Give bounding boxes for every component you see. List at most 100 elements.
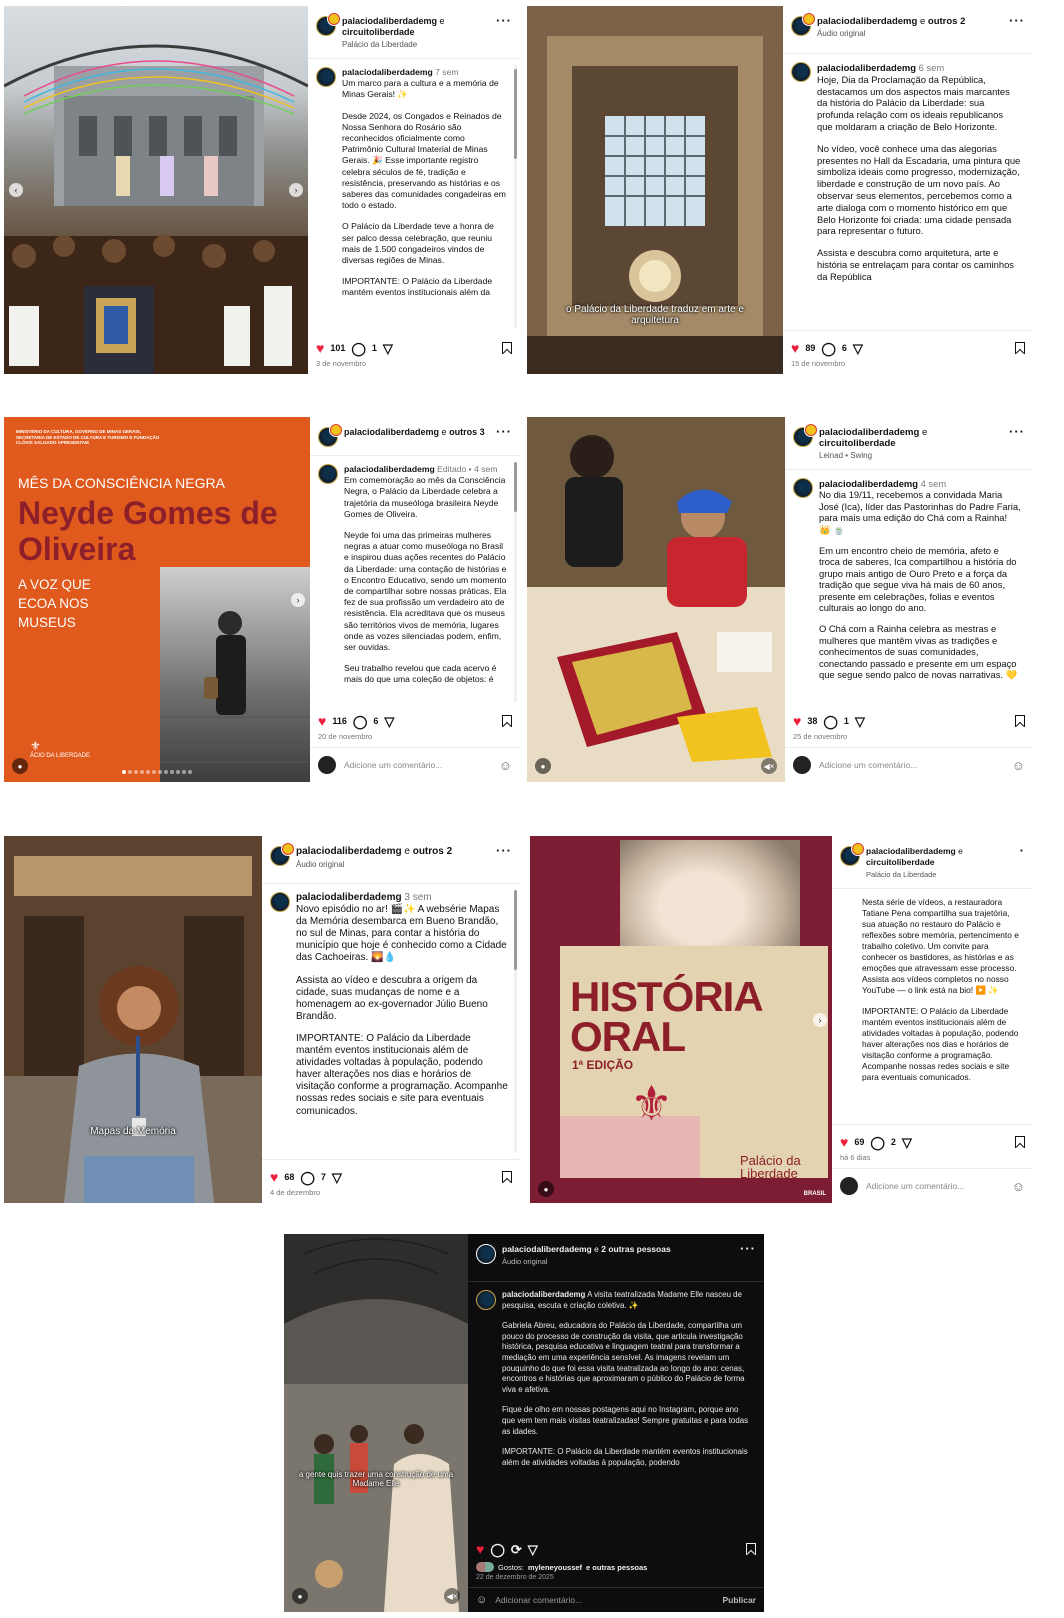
heart-icon[interactable]: ♥ — [793, 714, 801, 728]
author-link[interactable]: palaciodaliberdademg — [296, 846, 402, 857]
scrollbar[interactable] — [514, 890, 517, 1153]
share-icon[interactable]: ▽ — [853, 342, 863, 355]
bookmark-icon[interactable] — [1015, 715, 1025, 727]
bookmark-icon[interactable] — [746, 1543, 756, 1555]
caption-username[interactable]: palaciodaliberdademg — [296, 892, 402, 903]
tagged-user-icon[interactable]: ● — [538, 1181, 554, 1197]
heart-icon[interactable]: ♥ — [791, 341, 799, 355]
bookmark-icon[interactable] — [502, 342, 512, 354]
share-icon[interactable]: ▽ — [902, 1136, 912, 1149]
comment-icon[interactable]: ◯ — [821, 342, 836, 355]
more-options-icon[interactable]: ··· — [740, 1242, 756, 1255]
comment-icon[interactable]: ◯ — [300, 1171, 315, 1184]
emoji-icon[interactable]: ☺ — [499, 758, 512, 773]
profile-avatar[interactable] — [318, 423, 343, 447]
more-options-icon[interactable]: ··· — [496, 425, 512, 438]
caption-avatar[interactable] — [476, 1290, 496, 1310]
author-link[interactable]: palaciodaliberdademg — [502, 1244, 592, 1254]
comment-icon[interactable]: ◯ — [490, 1543, 505, 1556]
caption-avatar[interactable] — [316, 67, 336, 87]
post-image[interactable]: ‹ › — [4, 6, 308, 374]
caption-avatar[interactable] — [318, 464, 338, 484]
emoji-icon[interactable]: ☺ — [476, 1594, 487, 1606]
author-link[interactable]: palaciodaliberdademg — [344, 427, 439, 437]
profile-avatar[interactable] — [476, 1244, 496, 1264]
profile-avatar[interactable] — [791, 12, 816, 36]
mute-icon[interactable]: ◀× — [444, 1588, 460, 1604]
comment-icon[interactable]: ◯ — [353, 715, 368, 728]
comment-icon[interactable]: ◯ — [823, 715, 838, 728]
tagged-user-icon[interactable]: ● — [292, 1588, 308, 1604]
audio-label[interactable]: Áudio original — [817, 28, 1003, 39]
profile-avatar[interactable] — [793, 423, 818, 447]
share-icon[interactable]: ▽ — [383, 342, 393, 355]
more-options-icon[interactable]: ··· — [496, 844, 512, 857]
post-carousel[interactable]: HISTÓRIA ORAL 1ª EDIÇÃO ⚜ Palácio da Lib… — [530, 836, 832, 1203]
post-video[interactable]: ● ◀× — [527, 417, 785, 782]
bookmark-icon[interactable] — [1015, 342, 1025, 354]
caption-avatar[interactable] — [793, 478, 813, 498]
post-location[interactable]: Palácio da Liberdade — [342, 39, 490, 50]
heart-icon[interactable]: ♥ — [270, 1170, 278, 1184]
comment-icon[interactable]: ◯ — [870, 1136, 885, 1149]
audio-label[interactable]: Áudio original — [502, 1256, 734, 1267]
author-link[interactable]: palaciodaliberdademg — [819, 427, 919, 438]
repost-icon[interactable]: ⟳ — [511, 1543, 522, 1556]
post-location[interactable]: Palácio da Liberdade — [866, 869, 1014, 880]
caption-avatar[interactable] — [791, 62, 811, 82]
author-link[interactable]: palaciodaliberdademg — [342, 16, 437, 26]
profile-avatar[interactable] — [316, 12, 341, 36]
share-icon[interactable]: ▽ — [332, 1171, 342, 1184]
post-video[interactable]: a gente quis trazer uma construção de um… — [284, 1234, 468, 1612]
coauthor-link[interactable]: 2 outras pessoas — [601, 1244, 670, 1254]
more-options-icon[interactable]: · — [1020, 844, 1025, 857]
comment-input[interactable]: Adicionar comentário... — [495, 1595, 582, 1605]
liker-username[interactable]: myleneyoussef — [528, 1563, 582, 1572]
prev-arrow-icon[interactable]: ‹ — [9, 183, 23, 197]
post-carousel[interactable]: MINISTÉRIO DA CULTURA, GOVERNO DE MINAS … — [4, 417, 310, 782]
next-arrow-icon[interactable]: › — [813, 1012, 827, 1027]
coauthor-link[interactable]: outros 2 — [413, 846, 452, 857]
author-link[interactable]: palaciodaliberdademg — [866, 846, 956, 856]
caption-avatar[interactable] — [270, 892, 290, 912]
tagged-user-icon[interactable]: ● — [12, 758, 28, 774]
share-icon[interactable]: ▽ — [528, 1543, 538, 1556]
more-options-icon[interactable]: ··· — [1009, 425, 1025, 438]
bookmark-icon[interactable] — [502, 715, 512, 727]
next-arrow-icon[interactable]: › — [291, 592, 305, 607]
comment-icon[interactable]: ◯ — [351, 342, 366, 355]
coauthor-link[interactable]: outros 3 — [449, 427, 485, 437]
coauthor-link[interactable]: outros 2 — [928, 16, 965, 27]
comment-input[interactable]: Adicione um comentário... — [344, 760, 442, 770]
publish-button[interactable]: Publicar — [722, 1595, 756, 1605]
caption-username[interactable]: palaciodaliberdademg — [344, 464, 435, 474]
comment-input[interactable]: Adicione um comentário... — [866, 1181, 964, 1191]
heart-icon[interactable]: ♥ — [316, 341, 324, 355]
scrollbar[interactable] — [514, 65, 517, 329]
caption-username[interactable]: palaciodaliberdademg — [817, 62, 916, 73]
mute-icon[interactable]: ◀× — [761, 758, 777, 774]
author-link[interactable]: palaciodaliberdademg — [817, 16, 917, 27]
caption-username[interactable]: palaciodaliberdademg — [502, 1290, 585, 1299]
profile-avatar[interactable] — [270, 842, 295, 866]
caption-username[interactable]: palaciodaliberdademg — [819, 478, 918, 489]
next-arrow-icon[interactable]: › — [289, 183, 303, 197]
coauthor-link[interactable]: circuitoliberdade — [819, 438, 896, 449]
share-icon[interactable]: ▽ — [855, 715, 865, 728]
tagged-user-icon[interactable]: ● — [535, 758, 551, 774]
coauthor-link[interactable]: circuitoliberdade — [342, 27, 415, 37]
post-video[interactable]: Mapas da Memória — [4, 836, 262, 1203]
audio-label[interactable]: Leinad • Swing — [819, 450, 1003, 461]
audio-label[interactable]: Áudio original — [296, 859, 490, 871]
comment-input[interactable]: Adicione um comentário... — [819, 760, 917, 770]
heart-icon[interactable]: ♥ — [476, 1542, 484, 1556]
bookmark-icon[interactable] — [1015, 1136, 1025, 1148]
coauthor-link[interactable]: circuitoliberdade — [866, 857, 935, 867]
post-video[interactable]: o Palácio da Liberdade traduz em arte e … — [527, 6, 783, 374]
bookmark-icon[interactable] — [502, 1171, 512, 1183]
heart-icon[interactable]: ♥ — [318, 714, 326, 728]
share-icon[interactable]: ▽ — [384, 715, 394, 728]
caption-username[interactable]: palaciodaliberdademg — [342, 67, 433, 77]
heart-icon[interactable]: ♥ — [840, 1135, 848, 1149]
emoji-icon[interactable]: ☺ — [1012, 758, 1025, 773]
